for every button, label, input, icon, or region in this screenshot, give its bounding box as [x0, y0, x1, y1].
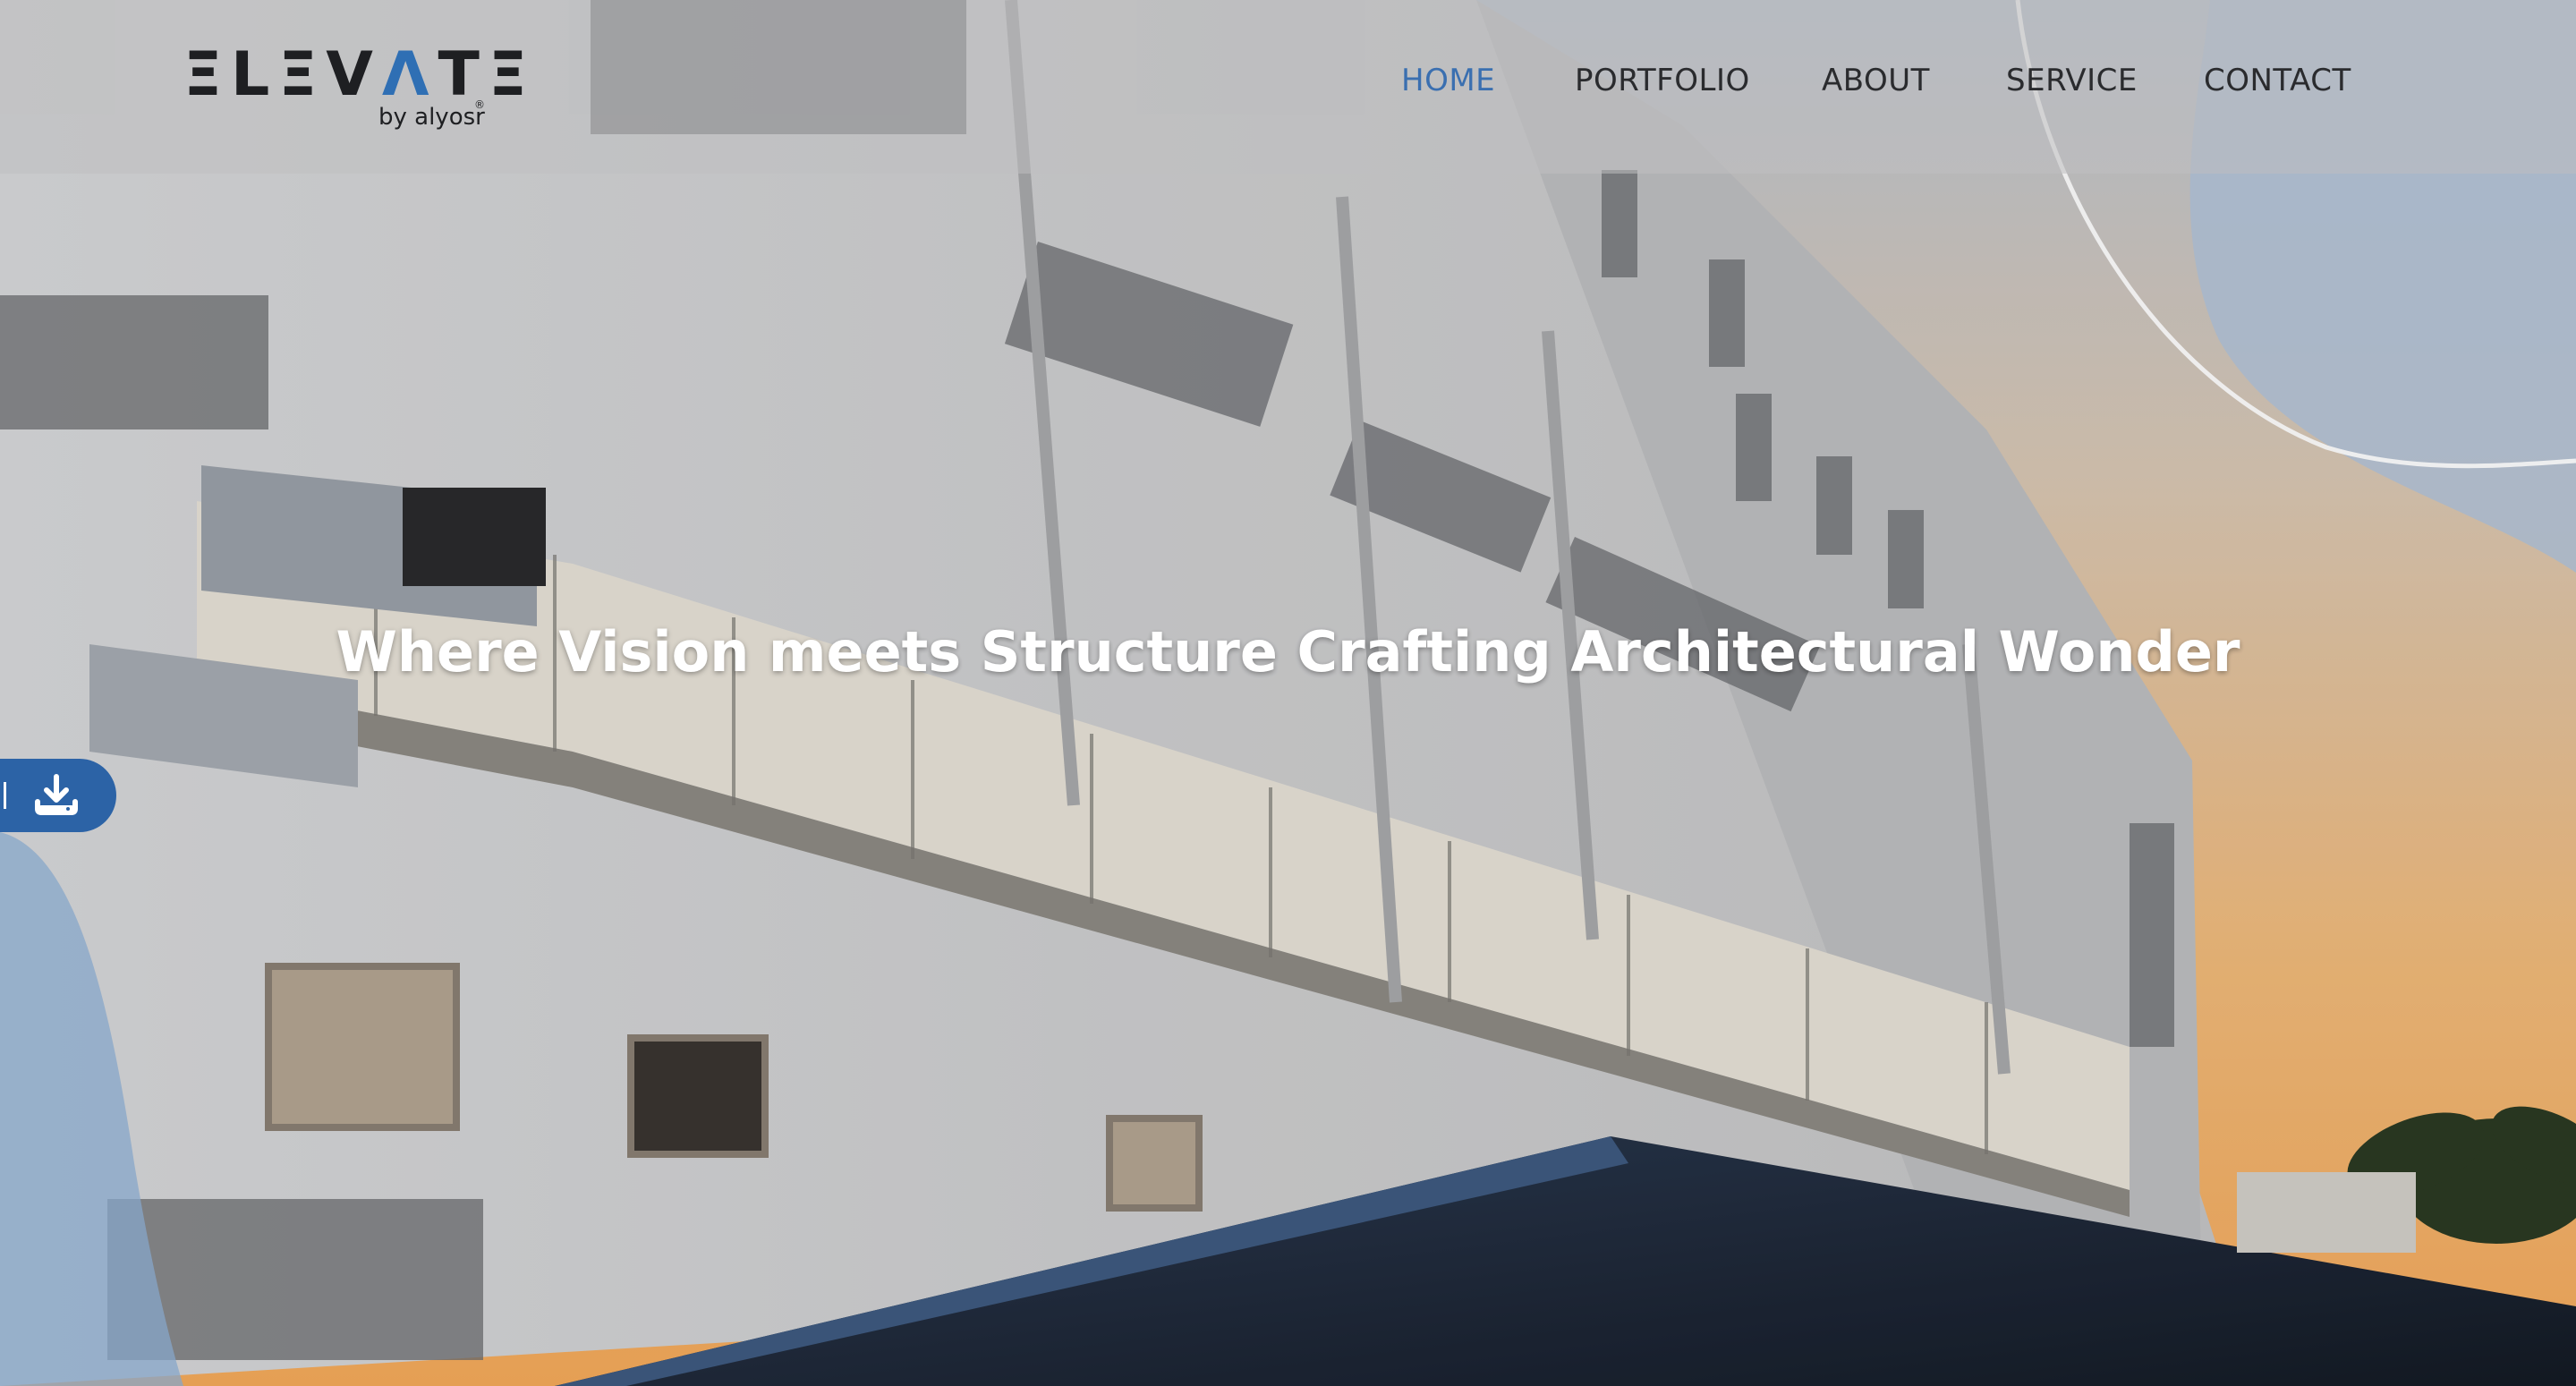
nav-item-portfolio[interactable]: PORTFOLIO — [1575, 63, 1750, 98]
nav-item-home[interactable]: HOME — [1401, 63, 1495, 98]
download-icon — [35, 774, 78, 815]
nav-item-service[interactable]: SERVICE — [2006, 63, 2138, 98]
nav-item-about[interactable]: ABOUT — [1822, 63, 1930, 98]
brand-tagline: by alyosr — [378, 104, 485, 131]
page: ΞLΞVΛTΞ by alyosr ® HOME PORTFOLIO ABOUT… — [0, 0, 2576, 1386]
download-divider — [4, 782, 6, 809]
nav-item-contact[interactable]: CONTACT — [2204, 63, 2351, 98]
hero-title: Where Vision meets Structure Crafting Ar… — [336, 619, 2240, 684]
site-header: ΞLΞVΛTΞ by alyosr ® HOME PORTFOLIO ABOUT… — [0, 0, 2576, 174]
download-button[interactable] — [0, 759, 116, 832]
main-navigation: HOME PORTFOLIO ABOUT SERVICE CONTACT — [0, 63, 2576, 107]
hero-overlay — [0, 0, 2576, 1386]
